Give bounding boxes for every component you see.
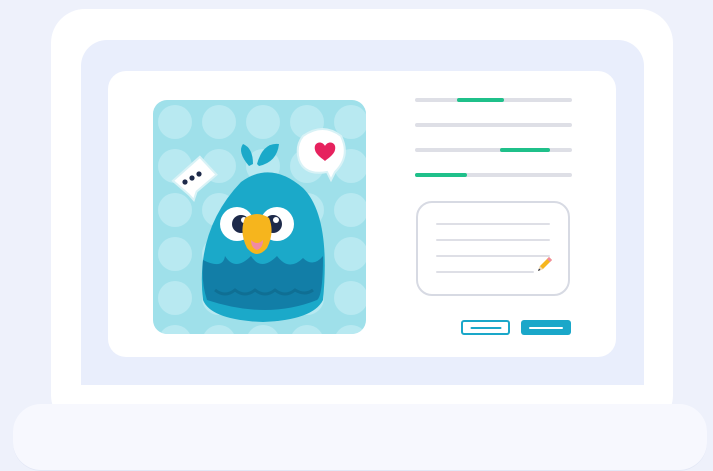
progress-bar-3: [415, 148, 572, 152]
note-line: [436, 239, 550, 241]
primary-button[interactable]: [521, 320, 571, 335]
progress-bar-4: [415, 173, 572, 177]
note-line: [436, 255, 550, 257]
progress-fill-3: [499, 148, 550, 152]
laptop-base: [13, 404, 707, 471]
note-textarea[interactable]: [416, 201, 570, 296]
note-line: [436, 271, 534, 273]
note-line: [436, 223, 550, 225]
outline-button[interactable]: [461, 320, 510, 335]
progress-bar-1: [415, 98, 572, 102]
progress-fill-1: [457, 98, 505, 102]
parrot-avatar-icon: [153, 100, 366, 334]
progress-bar-2: [415, 123, 572, 127]
pencil-icon: [538, 257, 552, 271]
avatar-panel: [153, 100, 366, 334]
outline-button-label-bar: [470, 326, 501, 329]
progress-fill-4: [415, 173, 467, 177]
primary-button-label-bar: [529, 326, 563, 329]
